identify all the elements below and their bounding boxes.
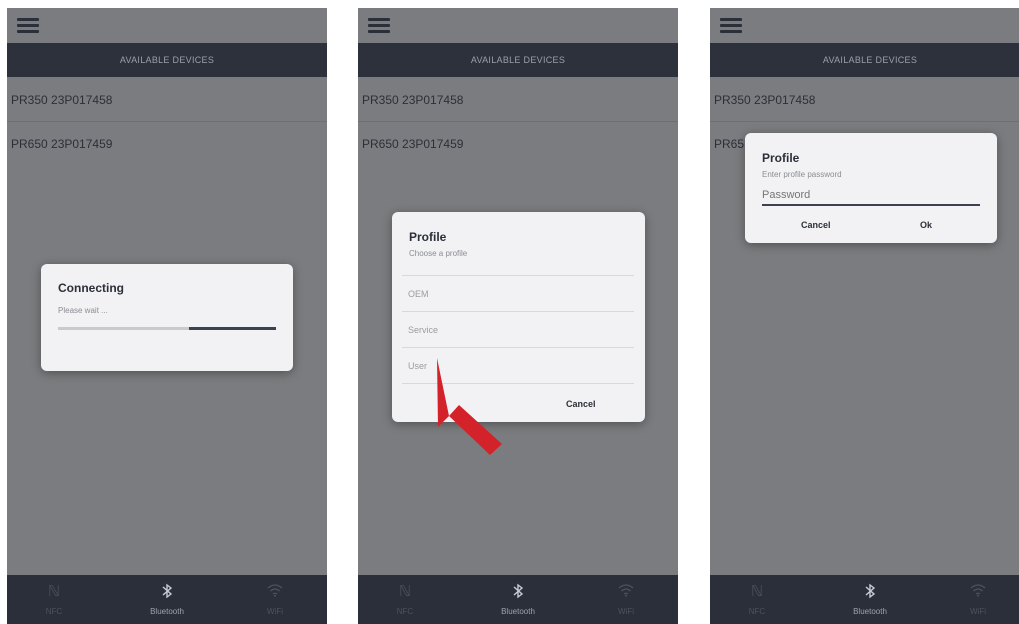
connecting-dialog: Connecting Please wait ... [41, 264, 293, 371]
profile-option-oem[interactable]: OEM [402, 275, 634, 311]
menu-icon[interactable] [368, 17, 390, 33]
cancel-button[interactable]: Cancel [566, 399, 596, 409]
top-bar [7, 8, 327, 43]
available-devices-header: AVAILABLE DEVICES [358, 43, 678, 77]
wifi-icon [948, 583, 1008, 601]
phone-screen-enter-password: AVAILABLE DEVICES PR350 23P017458 PR65 P… [710, 8, 1019, 624]
nav-wifi[interactable]: WiFi [948, 575, 1008, 624]
menu-icon[interactable] [720, 17, 742, 33]
phone-screen-connecting: AVAILABLE DEVICES PR350 23P017458 PR650 … [7, 8, 327, 624]
device-item[interactable]: PR350 23P017458 [7, 78, 327, 122]
nfc-icon: ℕ [750, 583, 763, 600]
wifi-icon [596, 583, 656, 601]
device-item[interactable]: PR350 23P017458 [358, 78, 678, 122]
phone-screen-choose-profile: AVAILABLE DEVICES PR350 23P017458 PR650 … [358, 8, 678, 624]
dialog-subtitle: Enter profile password [762, 170, 842, 179]
nav-nfc[interactable]: ℕ NFC [24, 575, 84, 624]
bluetooth-icon [488, 583, 548, 601]
top-bar [710, 8, 1019, 43]
nfc-icon: ℕ [398, 583, 411, 600]
password-input[interactable] [762, 186, 980, 206]
nav-nfc[interactable]: ℕ NFC [375, 575, 435, 624]
available-devices-header: AVAILABLE DEVICES [710, 43, 1019, 77]
bottom-navigation: ℕ NFC Bluetooth WiFi [7, 575, 327, 624]
top-bar [358, 8, 678, 43]
dialog-subtitle: Choose a profile [409, 249, 468, 258]
ok-button[interactable]: Ok [920, 220, 932, 230]
cancel-button[interactable]: Cancel [801, 220, 831, 230]
nav-label: NFC [748, 607, 766, 616]
red-arrow-pointer-icon [437, 358, 502, 455]
wifi-icon [245, 583, 305, 601]
progress-fill [188, 327, 276, 330]
nav-nfc[interactable]: ℕ NFC [727, 575, 787, 624]
bluetooth-icon [840, 583, 900, 601]
nav-label: NFC [45, 607, 63, 616]
nav-bluetooth[interactable]: Bluetooth [137, 575, 197, 624]
progress-track [58, 327, 276, 330]
nav-label: Bluetooth [501, 607, 535, 616]
device-item[interactable]: PR650 23P017459 [358, 122, 678, 166]
dialog-title: Profile [762, 151, 800, 165]
available-devices-header: AVAILABLE DEVICES [7, 43, 327, 77]
dialog-title: Profile [409, 230, 447, 244]
nav-bluetooth[interactable]: Bluetooth [840, 575, 900, 624]
password-dialog: Profile Enter profile password Cancel Ok [745, 133, 997, 243]
profile-option-service[interactable]: Service [402, 311, 634, 347]
nav-wifi[interactable]: WiFi [245, 575, 305, 624]
nav-label: WiFi [970, 607, 986, 616]
nav-label: WiFi [267, 607, 283, 616]
nav-label: WiFi [618, 607, 634, 616]
nav-label: NFC [396, 607, 414, 616]
device-item[interactable]: PR350 23P017458 [710, 78, 1019, 122]
bottom-navigation: ℕ NFC Bluetooth WiFi [710, 575, 1019, 624]
nav-label: Bluetooth [853, 607, 887, 616]
nav-wifi[interactable]: WiFi [596, 575, 656, 624]
nav-bluetooth[interactable]: Bluetooth [488, 575, 548, 624]
device-item[interactable]: PR650 23P017459 [7, 122, 327, 166]
dialog-subtitle: Please wait ... [58, 306, 108, 315]
bottom-navigation: ℕ NFC Bluetooth WiFi [358, 575, 678, 624]
dialog-title: Connecting [58, 281, 124, 295]
bluetooth-icon [137, 583, 197, 601]
menu-icon[interactable] [17, 17, 39, 33]
nfc-icon: ℕ [47, 583, 60, 600]
nav-label: Bluetooth [150, 607, 184, 616]
